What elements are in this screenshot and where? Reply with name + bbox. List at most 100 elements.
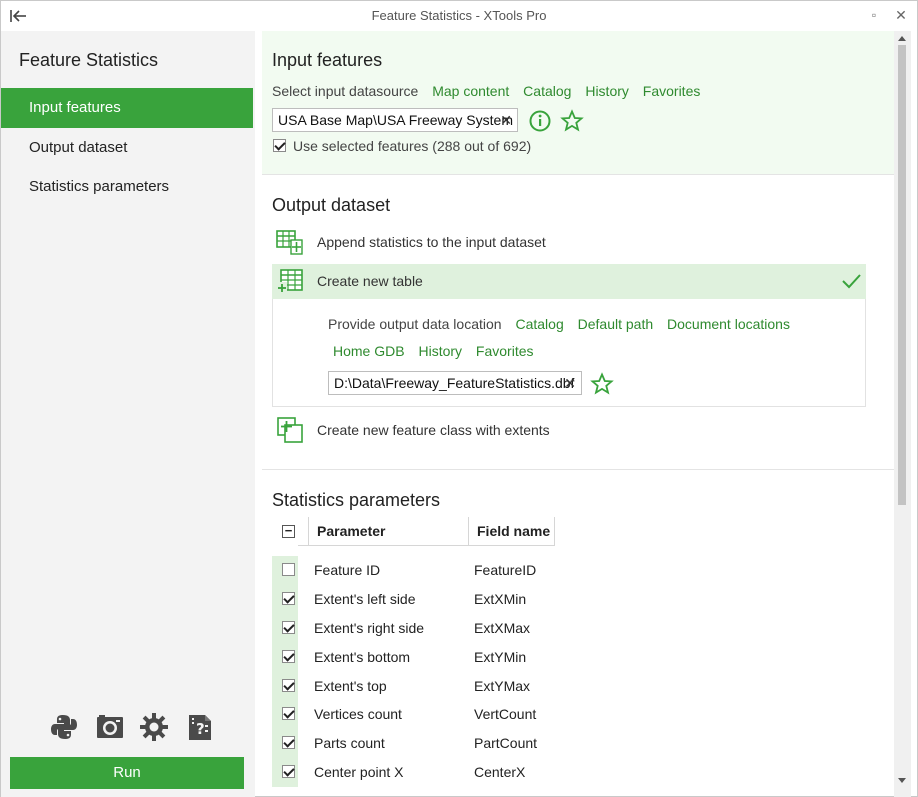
- feature-class-extents-icon: [276, 416, 304, 444]
- option-create-feature-class[interactable]: Create new feature class with extents: [272, 413, 866, 448]
- option-append-statistics[interactable]: Append statistics to the input dataset: [272, 225, 866, 260]
- scroll-down-icon[interactable]: [898, 778, 906, 783]
- append-statistics-label: Append statistics to the input dataset: [317, 234, 546, 250]
- header-field-name[interactable]: Field name: [468, 517, 554, 546]
- option-create-new-table[interactable]: Create new table: [272, 264, 866, 299]
- datasource-value: USA Base Map\USA Freeway System: [278, 112, 513, 128]
- table-row: Feature ID FeatureID: [272, 556, 572, 585]
- row-parameter: Extent's left side: [314, 591, 416, 607]
- select-datasource-label: Select input datasource: [272, 83, 419, 99]
- link-catalog[interactable]: Catalog: [523, 83, 571, 99]
- table-row: Extent's right side ExtXMax: [272, 614, 572, 643]
- svg-text:?: ?: [196, 720, 205, 738]
- header-spacer: [298, 517, 308, 546]
- header-separator: [554, 517, 555, 546]
- run-button[interactable]: Run: [10, 757, 244, 789]
- table-new-icon: [276, 267, 304, 295]
- table-row: Center point X CenterX: [272, 758, 572, 787]
- link-location-catalog[interactable]: Catalog: [515, 316, 563, 332]
- row-field-name[interactable]: PartCount: [474, 735, 537, 751]
- row-field-name[interactable]: ExtXMin: [474, 591, 526, 607]
- row-parameter: Parts count: [314, 735, 385, 751]
- app-window: Feature Statistics - XTools Pro ▫ ✕ Feat…: [0, 0, 918, 797]
- link-document-locations[interactable]: Document locations: [667, 316, 790, 332]
- header-parameter[interactable]: Parameter: [308, 517, 468, 546]
- sidebar-nav: Input features Output dataset Statistics…: [1, 88, 253, 207]
- link-map-content[interactable]: Map content: [432, 83, 509, 99]
- favorite-star-icon[interactable]: [560, 109, 584, 133]
- row-parameter: Feature ID: [314, 562, 381, 578]
- sidebar-item-input-features[interactable]: Input features: [1, 88, 253, 128]
- row-checkbox[interactable]: [282, 707, 295, 720]
- row-checkbox[interactable]: [282, 765, 295, 778]
- row-checkbox[interactable]: [282, 650, 295, 663]
- scrollbar-thumb[interactable]: [898, 45, 906, 505]
- create-new-table-label: Create new table: [317, 273, 423, 289]
- row-field-name[interactable]: CenterX: [474, 764, 525, 780]
- info-icon[interactable]: [528, 109, 552, 133]
- output-path-field[interactable]: D:\Data\Freeway_FeatureStatistics.dbf ✕: [328, 371, 582, 395]
- datasource-row: Select input datasource Map content Cata…: [272, 83, 700, 99]
- python-icon[interactable]: [49, 712, 79, 742]
- camera-icon[interactable]: [95, 712, 125, 742]
- link-home-gdb[interactable]: Home GDB: [333, 343, 405, 359]
- input-features-title: Input features: [272, 50, 383, 70]
- row-field-name[interactable]: ExtXMax: [474, 620, 530, 636]
- sidebar: Feature Statistics Input features Output…: [1, 31, 255, 797]
- output-dataset-title: Output dataset: [272, 195, 391, 215]
- link-favorites[interactable]: Favorites: [643, 83, 701, 99]
- main-panel: Input features Select input datasource M…: [262, 31, 894, 797]
- datasource-field[interactable]: USA Base Map\USA Freeway System ✕: [272, 108, 518, 132]
- divider: [262, 469, 894, 470]
- row-field-name[interactable]: FeatureID: [474, 562, 536, 578]
- output-location-label: Provide output data location: [328, 316, 502, 332]
- row-checkbox[interactable]: [282, 563, 295, 576]
- maximize-icon[interactable]: ▫: [867, 8, 881, 22]
- row-field-name[interactable]: VertCount: [474, 706, 536, 722]
- location-row-1: Provide output data location Catalog Def…: [328, 316, 790, 332]
- input-features-section: Input features Select input datasource M…: [262, 31, 894, 174]
- row-parameter: Extent's right side: [314, 620, 425, 636]
- toggle-all-checkbox[interactable]: −: [282, 524, 295, 538]
- table-row: Extent's top ExtYMax: [272, 672, 572, 701]
- table-append-icon: [276, 228, 304, 256]
- sidebar-title: Feature Statistics: [19, 50, 159, 70]
- row-parameter: Extent's bottom: [314, 649, 411, 665]
- table-row: Parts count PartCount: [272, 729, 572, 758]
- scroll-up-icon[interactable]: [898, 36, 906, 41]
- link-location-favorites[interactable]: Favorites: [476, 343, 534, 359]
- table-row: Vertices count VertCount: [272, 700, 572, 729]
- row-parameter: Extent's top: [314, 678, 387, 694]
- clear-datasource-icon[interactable]: ✕: [500, 109, 512, 131]
- gear-icon[interactable]: [139, 712, 169, 742]
- link-history[interactable]: History: [585, 83, 629, 99]
- location-row-2: Home GDB History Favorites: [333, 343, 534, 359]
- row-parameter: Center point X: [314, 764, 404, 780]
- row-field-name[interactable]: ExtYMax: [474, 678, 530, 694]
- sidebar-item-statistics-parameters[interactable]: Statistics parameters: [1, 167, 253, 207]
- help-icon[interactable]: ?: [185, 712, 215, 742]
- output-location-panel: Provide output data location Catalog Def…: [272, 299, 866, 407]
- use-selected-checkbox[interactable]: [273, 139, 286, 152]
- statistics-parameters-title: Statistics parameters: [272, 490, 441, 510]
- clear-output-path-icon[interactable]: ✕: [564, 372, 576, 394]
- output-favorite-star-icon[interactable]: [590, 372, 614, 396]
- output-path-value: D:\Data\Freeway_FeatureStatistics.dbf: [334, 375, 575, 391]
- sidebar-item-output-dataset[interactable]: Output dataset: [1, 128, 253, 168]
- row-parameter: Vertices count: [314, 706, 402, 722]
- title-bar: Feature Statistics - XTools Pro ▫ ✕: [1, 1, 917, 31]
- row-checkbox[interactable]: [282, 736, 295, 749]
- use-selected-label: Use selected features (288 out of 692): [293, 138, 532, 154]
- row-checkbox[interactable]: [282, 679, 295, 692]
- close-icon[interactable]: ✕: [894, 8, 908, 22]
- link-default-path[interactable]: Default path: [578, 316, 654, 332]
- row-checkbox[interactable]: [282, 621, 295, 634]
- row-field-name[interactable]: ExtYMin: [474, 649, 526, 665]
- divider: [262, 174, 894, 175]
- table-row: Extent's left side ExtXMin: [272, 585, 572, 614]
- row-checkbox[interactable]: [282, 592, 295, 605]
- window-title: Feature Statistics - XTools Pro: [371, 8, 547, 23]
- vertical-scrollbar[interactable]: [894, 31, 911, 797]
- create-feature-class-label: Create new feature class with extents: [317, 422, 550, 438]
- link-location-history[interactable]: History: [418, 343, 462, 359]
